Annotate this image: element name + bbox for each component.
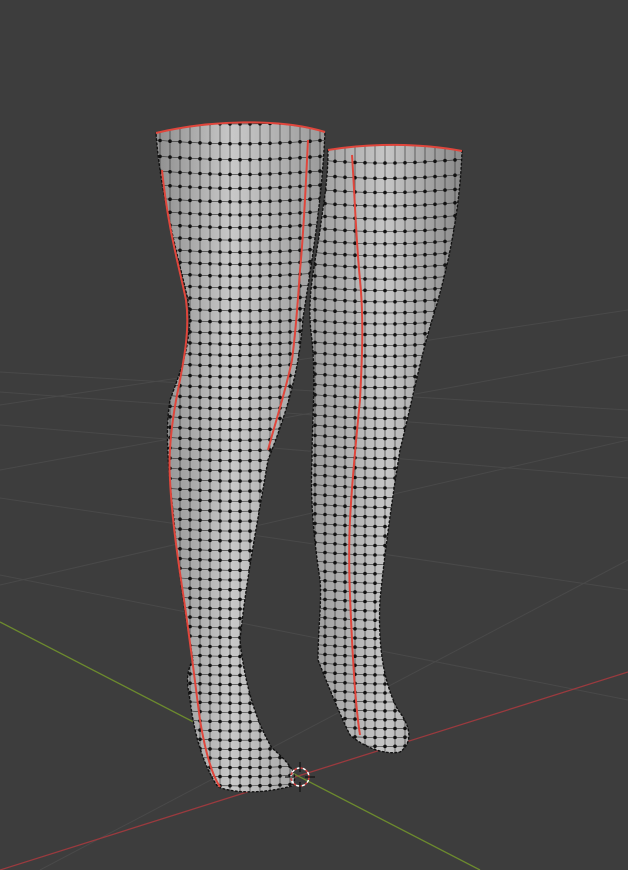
right-leg-mesh[interactable] [303, 138, 467, 766]
3d-viewport[interactable] [0, 0, 628, 870]
left-leg-surface [156, 122, 325, 792]
x-axis-line [0, 671, 628, 870]
